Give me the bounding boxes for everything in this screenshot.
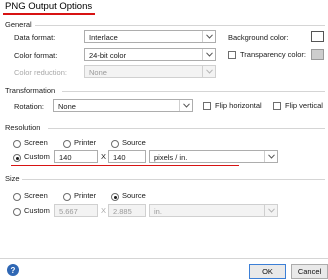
resolution-custom-radio[interactable] [13, 154, 21, 162]
size-height-input[interactable]: 2.885 [108, 204, 146, 217]
size-source-radio[interactable] [111, 193, 119, 201]
resolution-times-label: X [101, 152, 107, 161]
ok-button[interactable]: OK [249, 264, 286, 279]
resolution-height-value: 140 [113, 152, 126, 162]
rotation-value: None [58, 101, 76, 111]
resolution-custom-label: Custom [24, 152, 50, 161]
resolution-annotation-underline [11, 165, 239, 166]
background-color-label: Background color: [228, 33, 289, 42]
size-height-value: 2.885 [113, 206, 132, 216]
help-icon[interactable]: ? [7, 264, 19, 276]
data-format-select[interactable]: Interlace [84, 30, 216, 43]
data-format-value: Interlace [89, 32, 118, 42]
size-custom-label: Custom [24, 206, 50, 215]
general-divider [35, 25, 325, 26]
resolution-source-radio[interactable] [111, 140, 119, 148]
size-divider [22, 179, 325, 180]
transformation-group-label: Transformation [5, 86, 56, 95]
size-unit-value: in. [154, 206, 162, 216]
transformation-divider [62, 91, 325, 92]
chevron-down-icon [179, 100, 192, 111]
size-group-label: Size [5, 174, 20, 183]
dialog-title: PNG Output Options [5, 1, 93, 12]
transparency-color-checkbox[interactable] [228, 51, 236, 59]
resolution-height-input[interactable]: 140 [108, 150, 146, 163]
chevron-down-icon [202, 49, 215, 60]
chevron-down-icon [202, 66, 215, 77]
resolution-screen-label: Screen [24, 138, 48, 147]
size-width-value: 5.667 [59, 206, 78, 216]
rotation-label: Rotation: [14, 102, 45, 111]
color-format-label: Color format: [14, 51, 58, 60]
size-unit-select[interactable]: in. [149, 204, 278, 217]
resolution-width-value: 140 [59, 152, 72, 162]
footer-divider [0, 258, 328, 259]
flip-vertical-label: Flip vertical [285, 101, 323, 110]
resolution-divider [48, 128, 325, 129]
resolution-width-input[interactable]: 140 [54, 150, 98, 163]
color-reduction-label: Color reduction: [14, 68, 67, 77]
transparency-color-label: Transparency color: [240, 50, 306, 59]
size-printer-radio[interactable] [63, 193, 71, 201]
size-source-label: Source [122, 191, 146, 200]
chevron-down-icon [202, 31, 215, 42]
color-format-select[interactable]: 24-bit color [84, 48, 216, 61]
general-group-label: General [5, 20, 32, 29]
color-reduction-select[interactable]: None [84, 65, 216, 78]
size-width-input[interactable]: 5.667 [54, 204, 98, 217]
size-screen-radio[interactable] [13, 193, 21, 201]
size-screen-label: Screen [24, 191, 48, 200]
size-custom-radio[interactable] [13, 208, 21, 216]
resolution-group-label: Resolution [5, 123, 41, 132]
background-color-swatch[interactable] [311, 31, 324, 42]
data-format-label: Data format: [14, 33, 56, 42]
resolution-unit-value: pixels / in. [154, 152, 188, 162]
size-times-label: X [101, 206, 107, 215]
resolution-source-label: Source [122, 138, 146, 147]
flip-horizontal-checkbox[interactable] [203, 102, 211, 110]
title-annotation-underline [3, 13, 95, 15]
size-printer-label: Printer [74, 191, 97, 200]
chevron-down-icon [264, 151, 277, 162]
resolution-screen-radio[interactable] [13, 140, 21, 148]
rotation-select[interactable]: None [53, 99, 193, 112]
flip-vertical-checkbox[interactable] [273, 102, 281, 110]
transparency-color-swatch[interactable] [311, 49, 324, 60]
cancel-button[interactable]: Cancel [291, 264, 328, 279]
resolution-unit-select[interactable]: pixels / in. [149, 150, 278, 163]
flip-horizontal-label: Flip horizontal [215, 101, 262, 110]
color-reduction-value: None [89, 67, 107, 77]
resolution-printer-radio[interactable] [63, 140, 71, 148]
chevron-down-icon [264, 205, 277, 216]
color-format-value: 24-bit color [89, 50, 127, 60]
resolution-printer-label: Printer [74, 138, 97, 147]
